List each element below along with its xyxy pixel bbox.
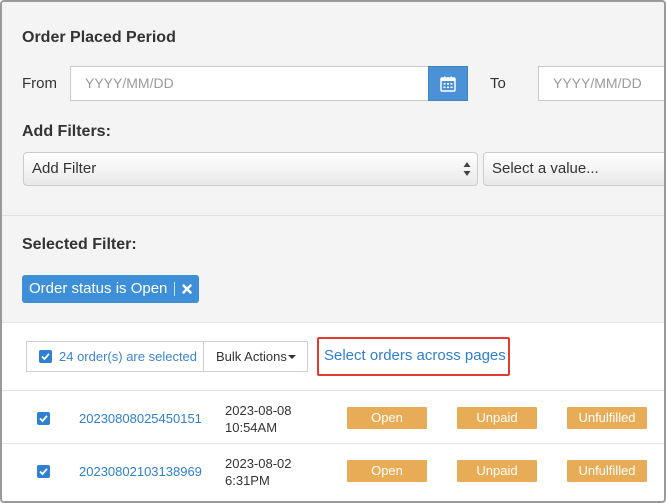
payment-badge: Unpaid: [457, 460, 537, 482]
check-icon: [41, 353, 50, 361]
order-id-link[interactable]: 20230808025450151: [79, 411, 202, 426]
to-date-input[interactable]: YYYY/MM/DD: [538, 66, 664, 101]
selected-count-label: 24 order(s) are selected: [59, 349, 198, 364]
caret-down-icon: [288, 355, 296, 359]
order-id-link[interactable]: 20230802103138969: [79, 464, 202, 479]
filter-chip-label: Order status is Open: [29, 280, 168, 297]
fulfillment-badge: Unfulfilled: [567, 407, 647, 429]
filter-value-select[interactable]: Select a value...: [483, 152, 664, 186]
select-across-pages-link[interactable]: Select orders across pages: [324, 347, 506, 364]
order-time: 6:31PM: [225, 473, 270, 488]
add-filter-select[interactable]: Add Filter: [23, 152, 478, 186]
remove-filter-button[interactable]: [180, 275, 194, 303]
to-label: To: [490, 75, 506, 92]
order-date: 2023-08-02: [225, 456, 292, 471]
close-icon: [182, 284, 192, 294]
filter-chip: Order status is Open: [22, 275, 199, 303]
calendar-button[interactable]: [428, 66, 468, 101]
status-badge: Open: [347, 407, 427, 429]
add-filters-title: Add Filters:: [22, 123, 111, 140]
order-time: 10:54AM: [225, 420, 278, 435]
filter-value-placeholder: Select a value...: [492, 160, 599, 177]
check-icon: [39, 415, 48, 423]
chip-divider: [174, 282, 175, 296]
select-arrows-icon: [463, 162, 471, 176]
payment-badge: Unpaid: [457, 407, 537, 429]
selected-filter-panel: [2, 217, 664, 322]
row-checkbox[interactable]: [37, 412, 50, 425]
orders-panel: Order Placed Period From YYYY/MM/DD To Y…: [0, 0, 666, 503]
from-label: From: [22, 75, 57, 92]
filter-panel: Order Placed Period From YYYY/MM/DD To Y…: [2, 2, 664, 216]
select-all-checkbox[interactable]: [39, 350, 52, 363]
order-period-title: Order Placed Period: [22, 29, 176, 46]
selected-filter-title: Selected Filter:: [22, 236, 137, 253]
row-checkbox[interactable]: [37, 465, 50, 478]
order-date: 2023-08-08: [225, 403, 292, 418]
add-filter-select-value: Add Filter: [32, 160, 97, 177]
status-badge: Open: [347, 460, 427, 482]
bulk-actions-button[interactable]: Bulk Actions: [203, 341, 308, 372]
selected-count-box[interactable]: 24 order(s) are selected: [26, 341, 203, 372]
fulfillment-badge: Unfulfilled: [567, 460, 647, 482]
from-date-input[interactable]: YYYY/MM/DD: [70, 66, 430, 101]
bulk-actions-label: Bulk Actions: [216, 349, 287, 364]
calendar-icon: [440, 76, 456, 92]
check-icon: [39, 468, 48, 476]
